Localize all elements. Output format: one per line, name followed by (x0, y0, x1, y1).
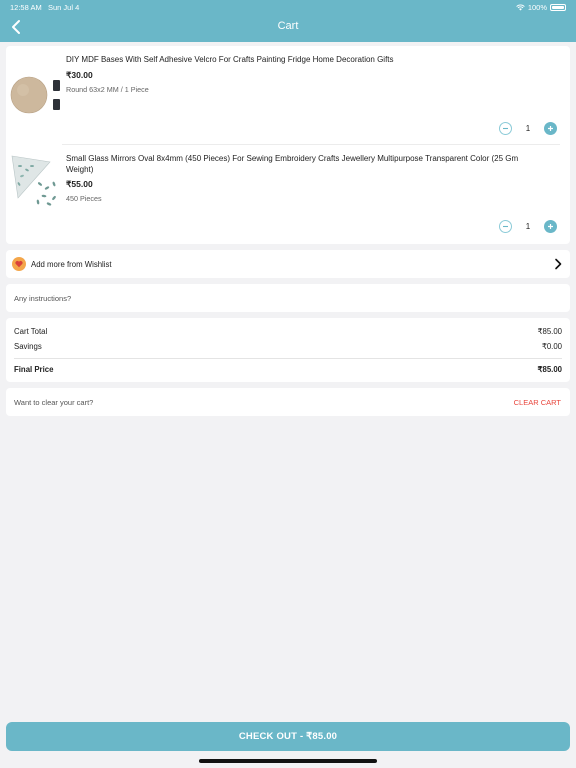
final-price-row: Final Price ₹85.00 (14, 365, 562, 374)
item-price: ₹55.00 (66, 179, 93, 189)
increase-quantity-button[interactable] (544, 220, 557, 233)
clear-cart-button[interactable]: CLEAR CART (514, 398, 561, 407)
clear-cart-prompt: Want to clear your cart? (14, 398, 94, 407)
status-bar: 12:58 AM Sun Jul 4 100% (0, 0, 576, 14)
item-name[interactable]: Small Glass Mirrors Oval 8x4mm (450 Piec… (66, 153, 520, 175)
wishlist-label: Add more from Wishlist (31, 260, 112, 269)
minus-icon (503, 225, 508, 228)
heart-glyph (15, 260, 23, 268)
wishlist-row[interactable]: Add more from Wishlist (6, 250, 570, 278)
cart-items-list: DIY MDF Bases With Self Adhesive Velcro … (6, 46, 570, 244)
final-price-label: Final Price (14, 365, 54, 374)
plus-icon (548, 224, 553, 229)
totals-divider (14, 358, 562, 359)
clear-cart-row: Want to clear your cart? CLEAR CART (6, 388, 570, 416)
status-time: 12:58 AM Sun Jul 4 (10, 3, 79, 12)
price-summary: Cart Total ₹85.00 Savings ₹0.00 Final Pr… (6, 318, 570, 382)
quantity-value: 1 (525, 222, 531, 231)
cart-total-value: ₹85.00 (537, 327, 562, 336)
product-image (11, 155, 56, 206)
item-name[interactable]: DIY MDF Bases With Self Adhesive Velcro … (66, 54, 520, 65)
quantity-value: 1 (525, 124, 531, 133)
cart-item[interactable]: Small Glass Mirrors Oval 8x4mm (450 Piec… (6, 146, 570, 244)
final-price-value: ₹85.00 (537, 365, 562, 374)
item-price: ₹30.00 (66, 70, 93, 80)
instructions-field[interactable]: Any instructions? (6, 284, 570, 312)
instructions-placeholder: Any instructions? (14, 294, 72, 303)
heart-icon (12, 257, 26, 271)
savings-value: ₹0.00 (541, 342, 562, 351)
product-image (10, 76, 60, 114)
status-indicators: 100% (516, 3, 566, 12)
plus-icon (548, 126, 553, 131)
battery-icon (550, 4, 566, 11)
minus-icon (503, 127, 508, 130)
status-clock: 12:58 AM (10, 3, 42, 12)
savings-row: Savings ₹0.00 (14, 342, 562, 351)
wifi-icon (516, 4, 525, 11)
item-variant: 450 Pieces (66, 194, 102, 203)
quantity-stepper: 1 (499, 220, 557, 233)
checkout-button[interactable]: CHECK OUT - ₹85.00 (6, 722, 570, 751)
decrease-quantity-button[interactable] (499, 220, 512, 233)
app-header: 12:58 AM Sun Jul 4 100% Cart (0, 0, 576, 42)
savings-label: Savings (14, 342, 42, 351)
decrease-quantity-button[interactable] (499, 122, 512, 135)
item-variant: Round 63x2 MM / 1 Piece (66, 85, 149, 94)
quantity-stepper: 1 (499, 122, 557, 135)
battery-percent: 100% (527, 3, 547, 12)
cart-total-row: Cart Total ₹85.00 (14, 327, 562, 336)
status-date: Sun Jul 4 (47, 3, 80, 12)
increase-quantity-button[interactable] (544, 122, 557, 135)
page-title: Cart (277, 20, 299, 32)
item-divider (62, 144, 560, 145)
home-indicator (199, 759, 377, 763)
cart-total-label: Cart Total (14, 327, 48, 336)
chevron-right-icon (555, 258, 562, 270)
cart-item[interactable]: DIY MDF Bases With Self Adhesive Velcro … (6, 46, 570, 144)
